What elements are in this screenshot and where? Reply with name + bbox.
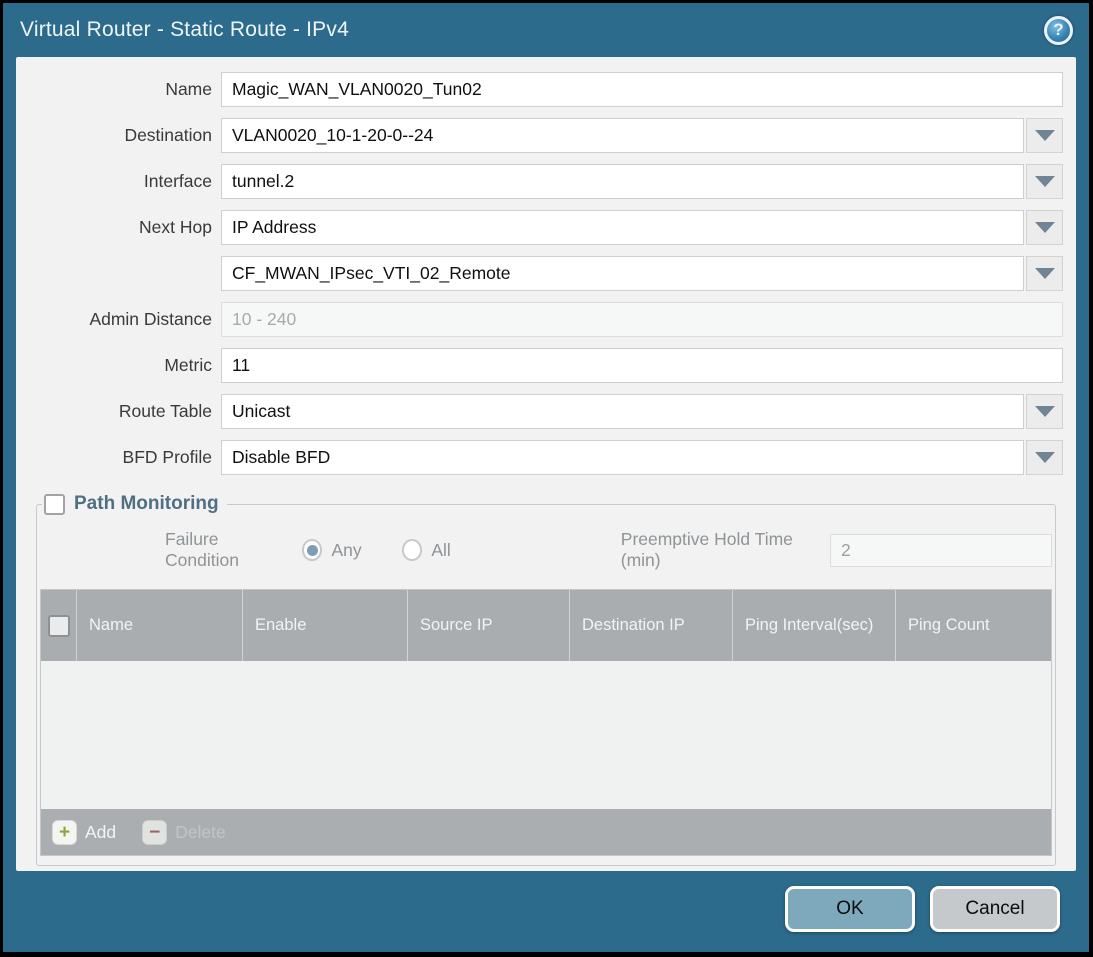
titlebar: Virtual Router - Static Route - IPv4 ? xyxy=(3,3,1089,57)
interface-dropdown-button[interactable] xyxy=(1026,164,1063,199)
route-table-label: Route Table xyxy=(29,401,221,422)
column-header-destination-ip[interactable]: Destination IP xyxy=(569,590,732,661)
form-row-route-table: Route Table xyxy=(29,394,1063,429)
delete-minus-icon: − xyxy=(142,820,167,845)
table-body-empty xyxy=(41,661,1051,809)
bfd-profile-input[interactable] xyxy=(221,440,1024,475)
preemptive-hold-time-input[interactable] xyxy=(830,534,1052,567)
failure-condition-row: Failure Condition Any All Preemptive Hol… xyxy=(40,529,1052,571)
bfd-profile-label: BFD Profile xyxy=(29,447,221,468)
dialog-frame: Virtual Router - Static Route - IPv4 ? N… xyxy=(0,0,1093,957)
add-button-label: Add xyxy=(85,822,116,843)
destination-dropdown-button[interactable] xyxy=(1026,118,1063,153)
chevron-down-icon xyxy=(1035,176,1055,187)
add-button[interactable]: + Add xyxy=(52,820,116,845)
route-table-dropdown-button[interactable] xyxy=(1026,394,1063,429)
metric-input[interactable] xyxy=(221,348,1063,383)
failure-condition-all-label: All xyxy=(431,540,450,561)
failure-condition-any-radio[interactable] xyxy=(302,539,323,561)
form-row-interface: Interface xyxy=(29,164,1063,199)
path-monitoring-table: Name Enable Source IP Destination IP Pin… xyxy=(40,589,1052,809)
column-header-name[interactable]: Name xyxy=(76,590,242,661)
chevron-down-icon xyxy=(1035,130,1055,141)
delete-button[interactable]: − Delete xyxy=(142,820,226,845)
help-icon[interactable]: ? xyxy=(1044,16,1073,45)
path-monitoring-title: Path Monitoring xyxy=(74,493,219,515)
chevron-down-icon xyxy=(1035,268,1055,279)
bfd-profile-dropdown-button[interactable] xyxy=(1026,440,1063,475)
help-glyph: ? xyxy=(1053,20,1063,40)
column-header-source-ip[interactable]: Source IP xyxy=(407,590,569,661)
path-monitoring-checkbox[interactable] xyxy=(44,494,65,515)
column-header-ping-interval[interactable]: Ping Interval(sec) xyxy=(732,590,895,661)
next-hop-type-input[interactable] xyxy=(221,210,1024,245)
failure-condition-all-radio[interactable] xyxy=(402,539,423,561)
interface-input[interactable] xyxy=(221,164,1024,199)
chevron-down-icon xyxy=(1035,452,1055,463)
dialog-title: Virtual Router - Static Route - IPv4 xyxy=(20,18,349,42)
table-toolbar: + Add − Delete xyxy=(40,809,1052,856)
admin-distance-label: Admin Distance xyxy=(29,309,221,330)
name-label: Name xyxy=(29,79,221,100)
column-header-ping-count[interactable]: Ping Count xyxy=(895,590,1051,661)
next-hop-type-dropdown-button[interactable] xyxy=(1026,210,1063,245)
chevron-down-icon xyxy=(1035,406,1055,417)
name-input[interactable] xyxy=(221,72,1063,107)
chevron-down-icon xyxy=(1035,222,1055,233)
form-row-admin-distance: Admin Distance xyxy=(29,302,1063,337)
destination-label: Destination xyxy=(29,125,221,146)
admin-distance-input[interactable] xyxy=(221,302,1063,337)
interface-label: Interface xyxy=(29,171,221,192)
metric-label: Metric xyxy=(29,355,221,376)
column-header-enable[interactable]: Enable xyxy=(242,590,407,661)
dialog-footer: OK Cancel xyxy=(3,871,1089,952)
destination-input[interactable] xyxy=(221,118,1024,153)
next-hop-address-dropdown-button[interactable] xyxy=(1026,256,1063,291)
add-plus-icon: + xyxy=(52,820,77,845)
table-header-checkbox-cell xyxy=(41,590,76,661)
form-row-destination: Destination xyxy=(29,118,1063,153)
delete-button-label: Delete xyxy=(175,822,226,843)
cancel-button[interactable]: Cancel xyxy=(930,886,1060,932)
form-row-name: Name xyxy=(29,72,1063,107)
next-hop-address-input[interactable] xyxy=(221,256,1024,291)
failure-condition-any-label: Any xyxy=(331,540,361,561)
failure-condition-label: Failure Condition xyxy=(165,529,288,571)
ok-button[interactable]: OK xyxy=(785,886,915,932)
table-header-row: Name Enable Source IP Destination IP Pin… xyxy=(41,590,1051,661)
dialog-content: Name Destination Interface xyxy=(16,57,1076,871)
path-monitoring-section: Path Monitoring Failure Condition Any Al… xyxy=(36,493,1056,866)
preemptive-hold-time-label: Preemptive Hold Time (min) xyxy=(621,529,822,571)
form-row-next-hop-address xyxy=(29,256,1063,291)
route-table-input[interactable] xyxy=(221,394,1024,429)
form-row-bfd-profile: BFD Profile xyxy=(29,440,1063,475)
static-route-dialog: Virtual Router - Static Route - IPv4 ? N… xyxy=(3,3,1089,952)
path-monitoring-legend: Path Monitoring xyxy=(42,493,227,515)
form-row-next-hop: Next Hop xyxy=(29,210,1063,245)
next-hop-label: Next Hop xyxy=(29,217,221,238)
form-row-metric: Metric xyxy=(29,348,1063,383)
select-all-checkbox[interactable] xyxy=(48,615,70,637)
